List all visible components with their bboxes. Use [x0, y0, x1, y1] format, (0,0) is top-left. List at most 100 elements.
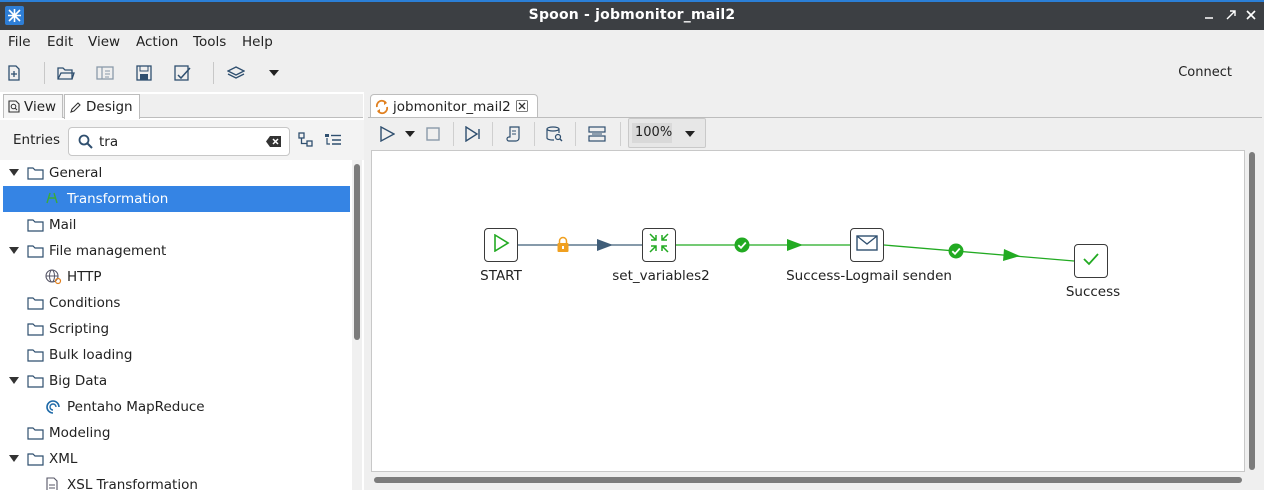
tab-design-label: Design [86, 99, 133, 115]
clear-search-icon[interactable] [265, 135, 282, 152]
tree-item-mail[interactable]: Mail [3, 212, 350, 238]
tree-item-bulk-loading[interactable]: Bulk loading [3, 342, 350, 368]
expand-tree-icon[interactable] [324, 132, 342, 152]
tree-item-modeling[interactable]: Modeling [3, 420, 350, 446]
tab-jobmonitor-mail2[interactable]: jobmonitor_mail2 [370, 94, 538, 118]
job-canvas[interactable]: START set_variables2 Success-Logmail sen… [371, 150, 1245, 472]
zoom-dropdown-icon[interactable] [685, 131, 695, 137]
tree-item-general[interactable]: General [3, 160, 350, 186]
expand-arrow-icon[interactable] [9, 169, 19, 176]
tab-view[interactable]: View [3, 94, 64, 118]
tree-item-transformation[interactable]: Transformation [3, 186, 350, 212]
collapse-tree-icon[interactable] [298, 132, 314, 152]
menu-edit[interactable]: Edit [47, 34, 73, 50]
folder-icon [27, 348, 44, 366]
tree-scrollbar[interactable] [352, 160, 362, 490]
hop-logmail-to-success[interactable] [883, 244, 1075, 262]
menu-action[interactable]: Action [136, 34, 178, 50]
toolbar-separator [453, 122, 454, 146]
tree-item-conditions[interactable]: Conditions [3, 290, 350, 316]
toolbar-separator [620, 122, 621, 146]
node-start[interactable] [484, 228, 518, 262]
entries-tree[interactable]: General Transformation Mail File managem… [3, 160, 350, 490]
hops-layer [518, 239, 1075, 262]
node-success-logmail-senden[interactable] [850, 228, 884, 262]
scrollbar-thumb[interactable] [374, 477, 1242, 483]
hop-arrow [1003, 249, 1020, 261]
tree-item-file-management[interactable]: File management [3, 238, 350, 264]
expand-arrow-icon[interactable] [9, 377, 19, 384]
success-badge-icon [948, 243, 964, 263]
save-as-icon[interactable] [172, 62, 194, 84]
tab-design[interactable]: Design [64, 94, 140, 119]
check-job-icon[interactable] [503, 123, 525, 145]
scrollbar-thumb[interactable] [354, 164, 360, 340]
canvas-toolbar: 100% [370, 118, 1262, 148]
node-set-variables2[interactable] [642, 228, 676, 262]
tree-item-scripting[interactable]: Scripting [3, 316, 350, 342]
tree-item-big-data[interactable]: Big Data [3, 368, 350, 394]
canvas-vertical-scrollbar[interactable] [1247, 150, 1257, 472]
menu-view[interactable]: View [88, 34, 120, 50]
folder-icon [27, 218, 44, 236]
stop-icon[interactable] [422, 123, 444, 145]
tree-item-pentaho-mapreduce[interactable]: Pentaho MapReduce [3, 394, 350, 420]
menu-tools[interactable]: Tools [193, 34, 226, 50]
node-label: START [480, 268, 522, 284]
expand-arrow-icon[interactable] [9, 247, 19, 254]
toolbar-separator [492, 122, 493, 146]
replay-icon[interactable] [462, 123, 484, 145]
folder-icon [27, 296, 44, 314]
job-icon [374, 99, 390, 119]
search-value: tra [99, 134, 119, 150]
zoom-value: 100% [632, 123, 672, 143]
close-icon[interactable] [1242, 6, 1260, 24]
mapreduce-icon [45, 399, 61, 419]
entries-label: Entries [13, 132, 61, 148]
tree-item-label: Mail [49, 217, 77, 233]
search-icon [78, 134, 93, 153]
left-panel: View Design Entries tra General Transfor… [0, 92, 364, 490]
tree-item-http[interactable]: HTTP [3, 264, 350, 290]
tree-item-label: General [49, 165, 103, 181]
left-tabs: View Design [3, 94, 363, 119]
folder-icon [27, 322, 44, 340]
minimize-icon[interactable] [1200, 6, 1218, 24]
layers-dropdown-icon[interactable] [263, 62, 285, 84]
hop-arrow [787, 239, 803, 251]
close-tab-icon[interactable] [516, 100, 528, 116]
tree-item-label: Conditions [49, 295, 121, 311]
menu-help[interactable]: Help [242, 34, 273, 50]
tree-item-label: Scripting [49, 321, 110, 337]
maximize-icon[interactable] [1222, 6, 1240, 24]
align-icon[interactable] [586, 123, 608, 145]
toolbar-separator [534, 122, 535, 146]
canvas-horizontal-scrollbar[interactable] [371, 475, 1257, 485]
globe-icon [45, 269, 62, 289]
sql-explore-icon[interactable] [544, 123, 566, 145]
open-folder-icon[interactable] [55, 62, 77, 84]
menu-file[interactable]: File [8, 34, 31, 50]
variables-icon [648, 232, 670, 258]
folder-icon [27, 374, 44, 392]
zoom-select[interactable]: 100% [628, 118, 706, 148]
run-icon[interactable] [376, 123, 398, 145]
tree-item-label: HTTP [67, 269, 102, 285]
expand-arrow-icon[interactable] [9, 455, 19, 462]
node-success[interactable] [1074, 244, 1108, 278]
save-icon[interactable] [133, 62, 155, 84]
layers-icon[interactable] [225, 62, 247, 84]
toolbar-separator [575, 122, 576, 146]
tree-item-xsl-transformation[interactable]: XSL Transformation [3, 472, 350, 490]
tree-item-label: File management [49, 243, 167, 259]
run-options-dropdown-icon[interactable] [399, 123, 421, 145]
tree-item-xml[interactable]: XML [3, 446, 350, 472]
connect-button[interactable]: Connect [1178, 65, 1232, 80]
tree-item-label: Transformation [67, 191, 169, 207]
scrollbar-thumb[interactable] [1249, 152, 1255, 470]
tree-item-label: Pentaho MapReduce [67, 399, 205, 415]
explore-repository-icon[interactable] [94, 62, 116, 84]
new-file-icon[interactable] [3, 62, 25, 84]
search-input[interactable]: tra [68, 127, 290, 156]
menu-bar: File Edit View Action Tools Help [0, 30, 1264, 54]
